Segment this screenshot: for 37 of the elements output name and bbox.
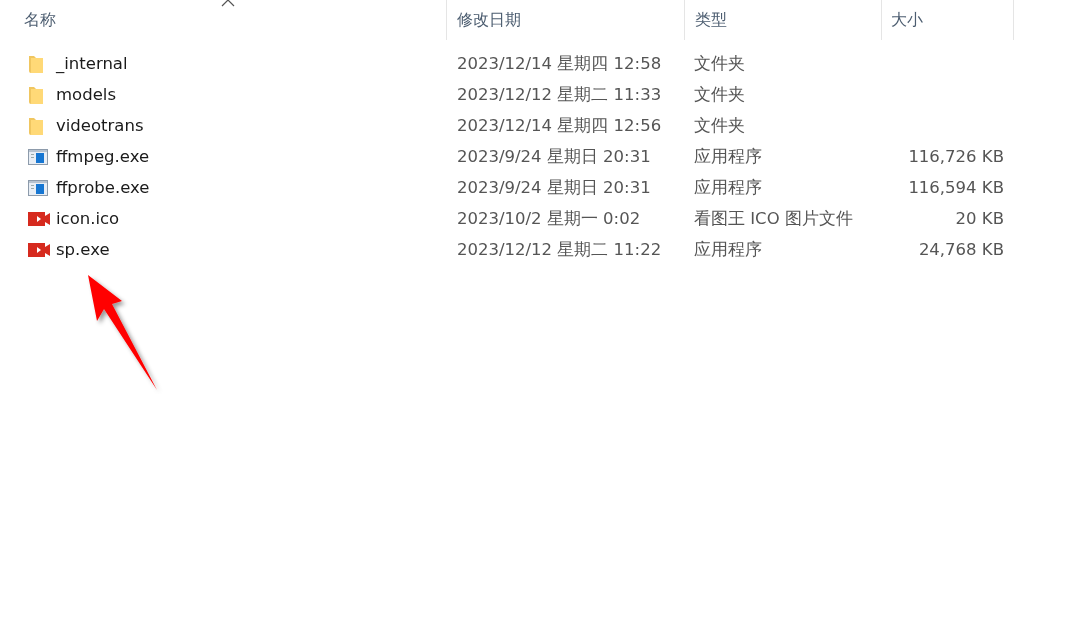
file-type: 文件夹 [694,84,745,104]
folder-icon [28,116,44,135]
file-name[interactable]: sp.exe [56,240,110,259]
video-camera-icon [28,242,50,257]
file-size: 116,726 KB [908,147,1004,166]
file-name[interactable]: models [56,85,116,104]
file-type: 文件夹 [694,53,745,73]
modified-date: 2023/12/12 星期二 11:22 [457,239,662,259]
video-camera-icon [28,211,50,226]
file-type: 应用程序 [694,177,762,197]
file-type: 应用程序 [694,239,762,259]
file-size: 116,594 KB [908,178,1004,197]
folder-icon [28,54,44,73]
column-header[interactable]: 类型 [685,0,882,40]
file-name[interactable]: _internal [56,54,128,73]
file-type: 看图王 ICO 图片文件 [694,208,853,228]
modified-date: 2023/12/14 星期四 12:56 [457,115,662,135]
modified-date: 2023/9/24 星期日 20:31 [457,146,651,166]
modified-date: 2023/12/12 星期二 11:33 [457,84,662,104]
file-name[interactable]: ffmpeg.exe [56,147,150,166]
modified-date: 2023/12/14 星期四 12:58 [457,53,662,73]
file-name[interactable]: videotrans [56,116,144,135]
sort-ascending-icon [221,0,235,7]
file-name[interactable]: icon.ico [56,209,120,228]
application-window-icon [28,179,48,196]
modified-date: 2023/10/2 星期一 0:02 [457,208,641,228]
application-window-icon [28,148,48,165]
file-name[interactable]: ffprobe.exe [56,178,150,197]
modified-date: 2023/9/24 星期日 20:31 [457,177,651,197]
column-header[interactable]: 大小 [882,0,1014,40]
file-size: 20 KB [955,209,1004,228]
column-header[interactable]: 修改日期 [447,0,685,40]
file-type: 应用程序 [694,146,762,166]
file-type: 文件夹 [694,115,745,135]
folder-icon [28,85,44,104]
file-size: 24,768 KB [918,240,1004,259]
column-header[interactable]: 名称 [14,0,447,40]
